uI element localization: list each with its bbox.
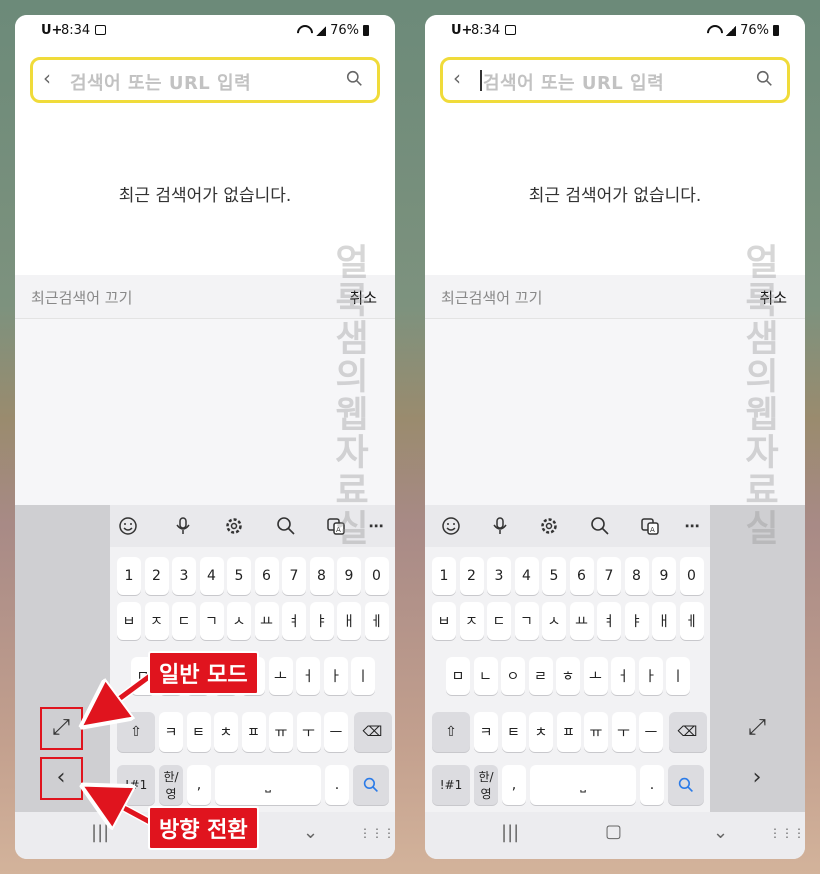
callout-switch-direction: 방향 전환 xyxy=(148,806,259,850)
annotation-arrows xyxy=(0,672,153,874)
callout-normal-mode: 일반 모드 xyxy=(148,651,259,695)
